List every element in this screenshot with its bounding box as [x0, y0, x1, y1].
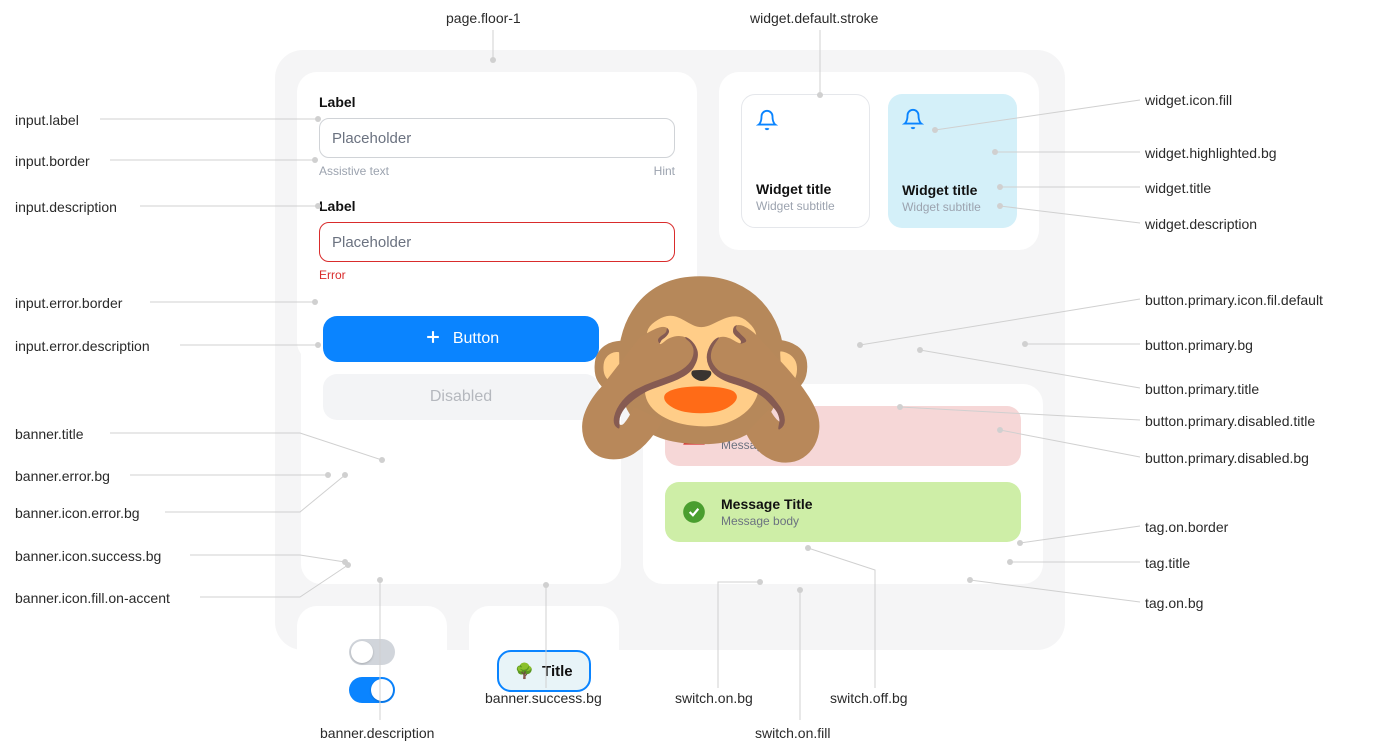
callout-label: input.error.description [15, 338, 150, 354]
widget-default-subtitle: Widget subtitle [756, 199, 855, 213]
callout-label: banner.icon.success.bg [15, 548, 161, 564]
switch-knob [351, 641, 373, 663]
input-hint: Hint [654, 164, 675, 178]
callout-label: tag.on.border [1145, 519, 1228, 535]
callout-label: widget.title [1145, 180, 1211, 196]
banner-success: Message Title Message body [665, 482, 1021, 542]
input-error-label: Label [319, 198, 675, 214]
callout-label: switch.on.bg [675, 690, 753, 706]
banner-success-body: Message body [721, 514, 813, 528]
tag-on[interactable]: 🌳 Title [497, 650, 590, 692]
plus-icon [423, 327, 443, 352]
primary-button[interactable]: Button [323, 316, 599, 362]
panel-tag: 🌳 Title [469, 606, 619, 736]
callout-label: button.primary.disabled.title [1145, 413, 1315, 429]
callout-label: banner.success.bg [485, 690, 602, 706]
callout-label: button.primary.bg [1145, 337, 1253, 353]
disabled-button-label: Disabled [430, 388, 492, 406]
callout-label: input.error.border [15, 295, 122, 311]
switch-on[interactable] [349, 677, 395, 703]
callout-label: widget.description [1145, 216, 1257, 232]
check-circle-icon [681, 499, 707, 525]
callout-label: page.floor-1 [446, 10, 521, 26]
callout-label: widget.icon.fill [1145, 92, 1232, 108]
callout-label: button.primary.icon.fil.default [1145, 292, 1323, 308]
switch-off[interactable] [349, 639, 395, 665]
callout-label: switch.off.bg [830, 690, 908, 706]
callout-label: banner.description [320, 725, 434, 741]
widget-default[interactable]: Widget title Widget subtitle [741, 94, 870, 228]
bell-icon [902, 108, 1003, 135]
callout-label: widget.highlighted.bg [1145, 145, 1277, 161]
callout-label: button.primary.title [1145, 381, 1259, 397]
primary-button-label: Button [453, 330, 499, 348]
tag-title: Title [542, 663, 573, 680]
callout-label: tag.on.bg [1145, 595, 1203, 611]
input-assistive-text: Assistive text [319, 164, 389, 178]
callout-label: input.description [15, 199, 117, 215]
banner-success-title: Message Title [721, 496, 813, 512]
input-default[interactable] [319, 118, 675, 158]
bell-icon [756, 109, 855, 136]
callout-label: input.label [15, 112, 79, 128]
input-default-group: Label Assistive text Hint [319, 94, 675, 178]
callout-label: input.border [15, 153, 90, 169]
widget-highlighted-subtitle: Widget subtitle [902, 200, 1003, 214]
callout-label: switch.on.fill [755, 725, 830, 741]
callout-label: button.primary.disabled.bg [1145, 450, 1309, 466]
widget-default-title: Widget title [756, 181, 855, 197]
disabled-button: Disabled [323, 374, 599, 420]
input-label: Label [319, 94, 675, 110]
callout-label: banner.icon.fill.on-accent [15, 590, 170, 606]
callout-label: widget.default.stroke [750, 10, 878, 26]
tree-icon: 🌳 [515, 662, 534, 680]
callout-label: banner.icon.error.bg [15, 505, 140, 521]
switch-knob [371, 679, 393, 701]
see-no-evil-monkey-icon: 🙈 [570, 260, 831, 470]
widget-highlighted-title: Widget title [902, 182, 1003, 198]
panel-widgets: Widget title Widget subtitle Widget titl… [719, 72, 1039, 250]
callout-label: tag.title [1145, 555, 1190, 571]
callout-label: banner.title [15, 426, 84, 442]
callout-label: banner.error.bg [15, 468, 110, 484]
input-assistive-row: Assistive text Hint [319, 164, 675, 178]
panel-switches [297, 606, 447, 736]
widget-highlighted[interactable]: Widget title Widget subtitle [888, 94, 1017, 228]
